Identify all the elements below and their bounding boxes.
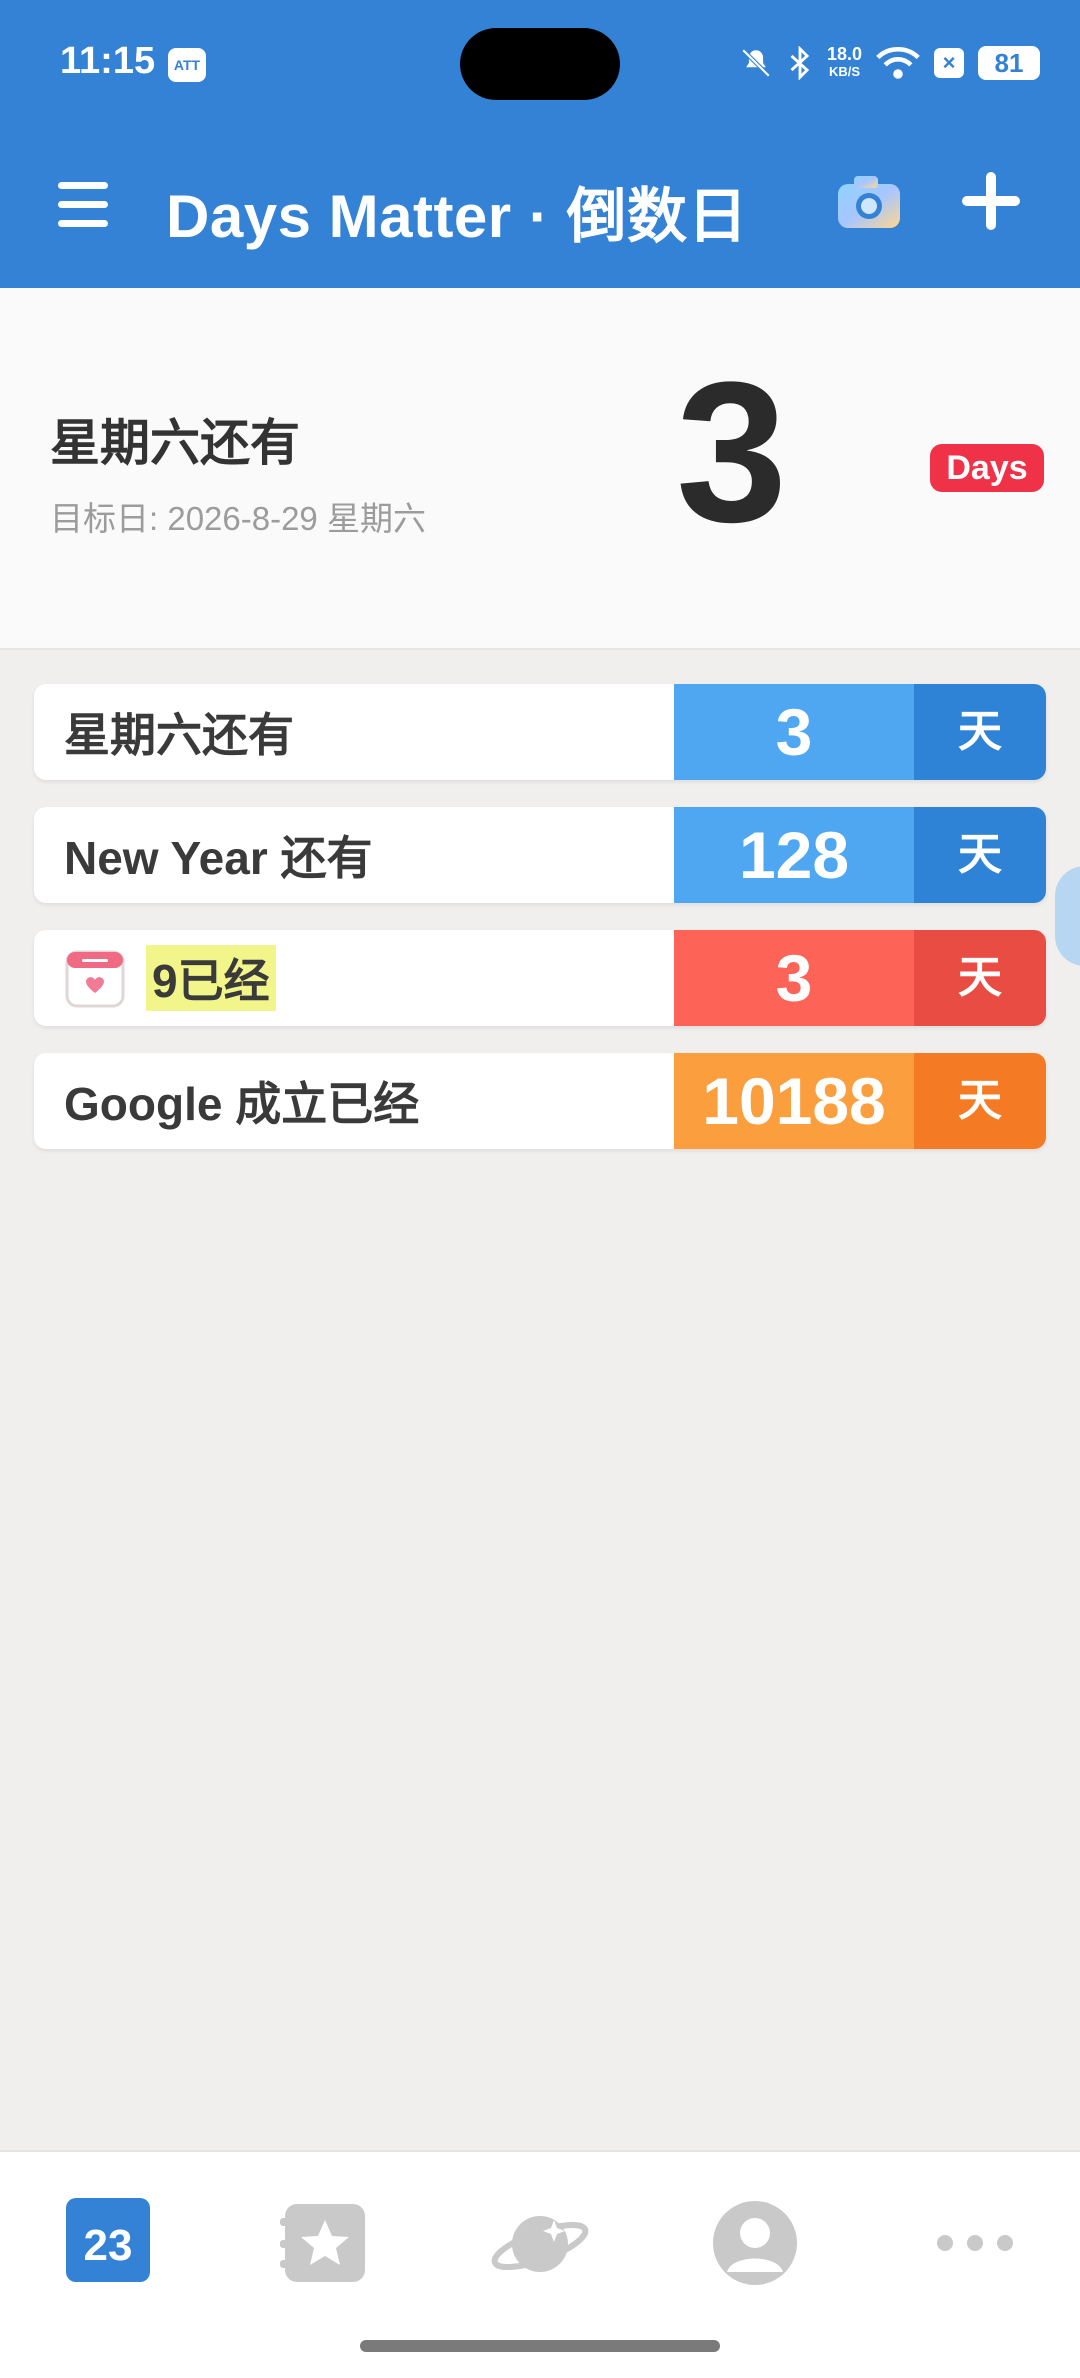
list-item-count: 128: [674, 807, 914, 903]
battery-level: 81: [978, 46, 1040, 80]
nav-profile-icon[interactable]: [710, 2198, 800, 2288]
list-item-title: 9已经: [146, 945, 276, 1011]
bluetooth-icon: [790, 46, 810, 80]
list-item-unit: 天: [914, 684, 1046, 780]
menu-icon[interactable]: [58, 182, 108, 228]
list-item[interactable]: 星期六还有 3 天: [34, 684, 1046, 780]
edge-floating-handle[interactable]: [1055, 866, 1080, 966]
list-item[interactable]: 9已经 3 天: [34, 930, 1046, 1026]
list-item-title: Google 成立已经: [64, 1078, 420, 1130]
days-badge: Days: [930, 444, 1044, 492]
list-item-unit: 天: [914, 807, 1046, 903]
list-item-title-area: 星期六还有: [34, 684, 674, 780]
add-icon[interactable]: [956, 166, 1026, 236]
status-time: 11:15: [60, 40, 156, 82]
list-item-unit: 天: [914, 1053, 1046, 1149]
nav-planet-icon[interactable]: [490, 2198, 590, 2288]
event-list: 星期六还有 3 天 New Year 还有 128 天 9已经 3 天 Goog…: [34, 684, 1046, 1176]
top-event-target-date: 目标日: 2026-8-29 星期六: [50, 500, 426, 537]
mute-bell-icon: [741, 48, 771, 78]
top-event-card[interactable]: 星期六还有 目标日: 2026-8-29 星期六 3 Days: [0, 288, 1080, 650]
top-event-title: 星期六还有: [50, 415, 300, 471]
list-item-count: 10188: [674, 1053, 914, 1149]
status-icons: 18.0 KB/S × 81: [739, 38, 1040, 88]
network-speed-value: 18.0: [826, 44, 862, 64]
list-item-count: 3: [674, 684, 914, 780]
list-item-title: New Year 还有: [64, 832, 373, 884]
nav-more-icon[interactable]: [930, 2198, 1020, 2288]
list-item-count: 3: [674, 930, 914, 1026]
list-item-title-area: New Year 还有: [34, 807, 674, 903]
wifi-icon: [876, 46, 920, 79]
nav-favorites-icon[interactable]: [280, 2198, 370, 2288]
list-item[interactable]: New Year 还有 128 天: [34, 807, 1046, 903]
list-item-title-area: 9已经: [34, 930, 674, 1026]
camera-icon[interactable]: [834, 172, 904, 232]
top-event-count: 3: [676, 341, 788, 564]
list-item-title: 星期六还有: [64, 709, 294, 761]
network-speed-unit: KB/S: [828, 64, 860, 79]
network-speed: 18.0 KB/S: [827, 45, 862, 81]
app-title: Days Matter · 倒数日: [166, 183, 748, 250]
list-item-unit: 天: [914, 930, 1046, 1026]
list-item-title-area: Google 成立已经: [34, 1053, 674, 1149]
sim-off-icon: ×: [934, 48, 964, 78]
camera-cutout: [460, 28, 620, 100]
home-indicator[interactable]: [360, 2340, 720, 2352]
status-app-icon: ATT: [168, 48, 206, 82]
calendar-heart-icon: [65, 950, 125, 1008]
top-app-bar: 11:15 ATT 18.0 KB/S × 81 Days Matter · 倒…: [0, 0, 1080, 288]
nav-calendar-tab[interactable]: 23: [66, 2198, 150, 2282]
list-item[interactable]: Google 成立已经 10188 天: [34, 1053, 1046, 1149]
